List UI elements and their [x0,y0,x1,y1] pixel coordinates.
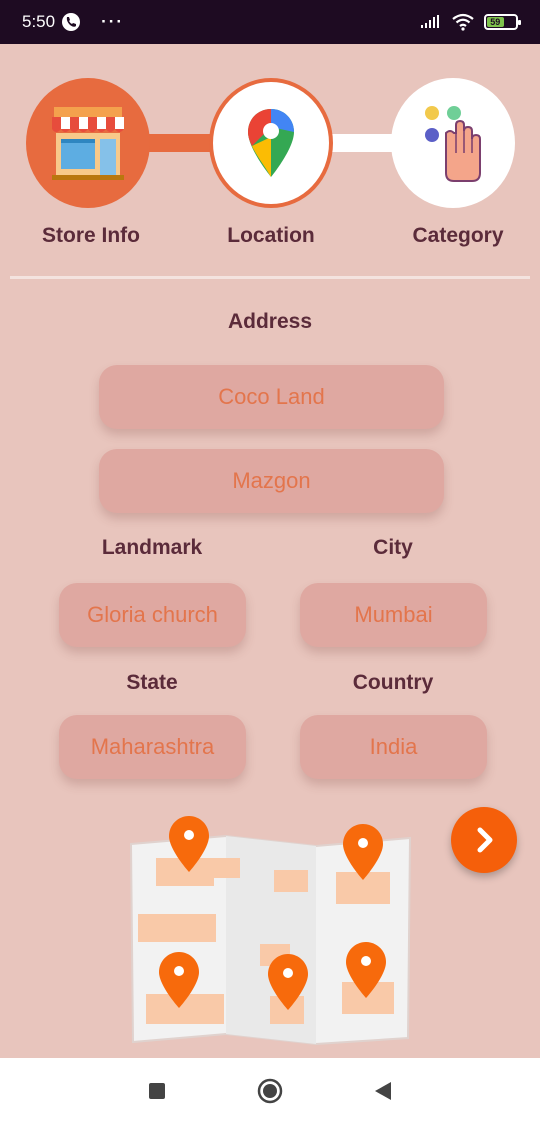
clock: 5:50 [22,12,56,31]
stepper-connector-completed [140,134,220,152]
google-maps-pin-icon [248,109,294,177]
chevron-right-icon [477,827,493,853]
address-line1-field[interactable]: Coco Land [99,365,444,429]
landmark-field[interactable]: Gloria church [59,583,246,647]
state-label: State [126,671,178,694]
step-category[interactable] [391,78,515,208]
wifi-icon [452,13,474,31]
battery-icon: 59 [484,14,521,30]
system-navigation-bar [0,1058,540,1123]
recent-apps-icon[interactable] [147,1081,167,1101]
home-icon[interactable] [257,1078,283,1104]
step-location[interactable] [209,78,333,208]
step-label-category: Category [412,224,504,247]
battery-level: 59 [487,17,504,27]
city-field[interactable]: Mumbai [300,583,487,647]
notification-overflow: ··· [101,12,125,31]
progress-stepper: Store Info Location Category [0,78,540,258]
hand-touch-icon [425,106,481,182]
address-line2-field[interactable]: Mazgon [99,449,444,513]
landmark-label: Landmark [101,536,203,559]
status-bar: 5:50 ··· 59 [0,0,540,44]
step-label-location: Location [227,224,315,247]
next-button[interactable] [451,807,517,873]
state-field[interactable]: Maharashtra [59,715,246,779]
address-title: Address [227,310,313,333]
signal-icon [421,15,439,28]
country-field[interactable]: India [300,715,487,779]
section-divider [10,276,530,279]
phone-call-icon [62,13,81,31]
step-store-info[interactable] [26,78,150,208]
back-icon[interactable] [373,1080,393,1102]
city-label: City [373,536,413,559]
folded-map-illustration [129,816,412,1046]
store-icon [52,107,124,180]
country-label: Country [352,671,434,694]
step-label-store-info: Store Info [42,224,140,247]
